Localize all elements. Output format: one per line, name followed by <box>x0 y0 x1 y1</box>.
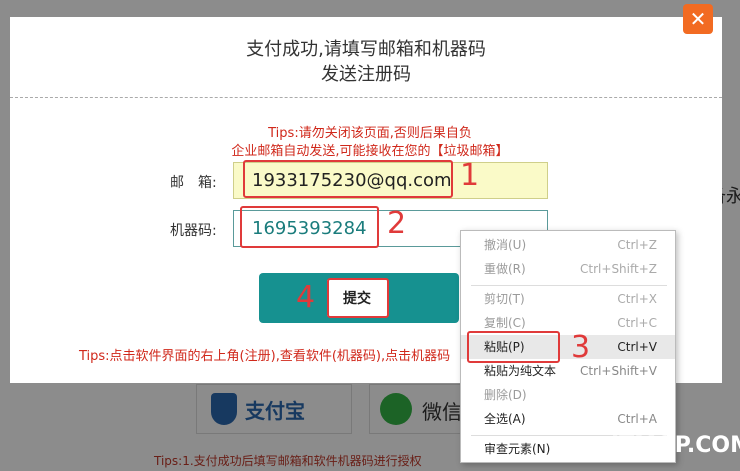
menu-item-label: 重做(R) <box>484 262 526 276</box>
menu-item-shortcut: Ctrl+Shift+V <box>580 364 657 378</box>
bottom-tip: Tips:点击软件界面的右上角(注册),查看软件(机器码),点击机器码 <box>79 349 451 364</box>
menu-item-undo[interactable]: 撤消(U) Ctrl+Z <box>461 233 675 257</box>
title-divider <box>10 97 722 98</box>
menu-item-label: 审查元素(N) <box>484 442 551 456</box>
menu-item-label: 撤消(U) <box>484 238 527 252</box>
menu-separator <box>471 285 667 286</box>
menu-item-label: 全选(A) <box>484 412 526 426</box>
machine-code-label: 机器码: <box>170 223 217 239</box>
menu-item-shortcut: Ctrl+Shift+Z <box>580 262 657 276</box>
annotation-number-3: 3 <box>571 330 591 365</box>
annotation-number-1: 1 <box>460 158 480 193</box>
annotation-box-1 <box>243 160 453 198</box>
email-label: 邮 箱: <box>170 175 217 191</box>
dialog-title-line1: 支付成功,请填写邮箱和机器码 <box>246 39 486 60</box>
close-icon: ✕ <box>689 7 707 31</box>
menu-item-shortcut: Ctrl+V <box>617 340 657 354</box>
annotation-number-2: 2 <box>387 206 407 241</box>
site-watermark: ITMOP.COM <box>611 433 740 458</box>
menu-item-shortcut: Ctrl+C <box>617 316 657 330</box>
annotation-box-3 <box>467 331 560 363</box>
close-button[interactable]: ✕ <box>683 4 713 34</box>
tip-spam-folder: 企业邮箱自动发送,可能接收在您的【垃圾邮箱】 <box>231 144 509 159</box>
annotation-number-4: 4 <box>296 280 316 315</box>
menu-item-delete[interactable]: 删除(D) <box>461 383 675 407</box>
menu-item-shortcut: Ctrl+X <box>617 292 657 306</box>
menu-item-label: 删除(D) <box>484 388 527 402</box>
menu-item-label: 剪切(T) <box>484 292 525 306</box>
annotation-box-4 <box>327 278 389 318</box>
menu-item-cut[interactable]: 剪切(T) Ctrl+X <box>461 287 675 311</box>
tip-close-warning: Tips:请勿关闭该页面,否则后果自负 <box>268 126 472 141</box>
annotation-box-2 <box>240 206 379 248</box>
menu-item-shortcut: Ctrl+A <box>617 412 657 426</box>
menu-item-select-all[interactable]: 全选(A) Ctrl+A <box>461 407 675 431</box>
dialog-title: 支付成功,请填写邮箱和机器码 发送注册码 <box>10 37 722 87</box>
menu-item-shortcut: Ctrl+Z <box>617 238 657 252</box>
dialog-title-line2: 发送注册码 <box>321 64 411 85</box>
menu-item-redo[interactable]: 重做(R) Ctrl+Shift+Z <box>461 257 675 281</box>
